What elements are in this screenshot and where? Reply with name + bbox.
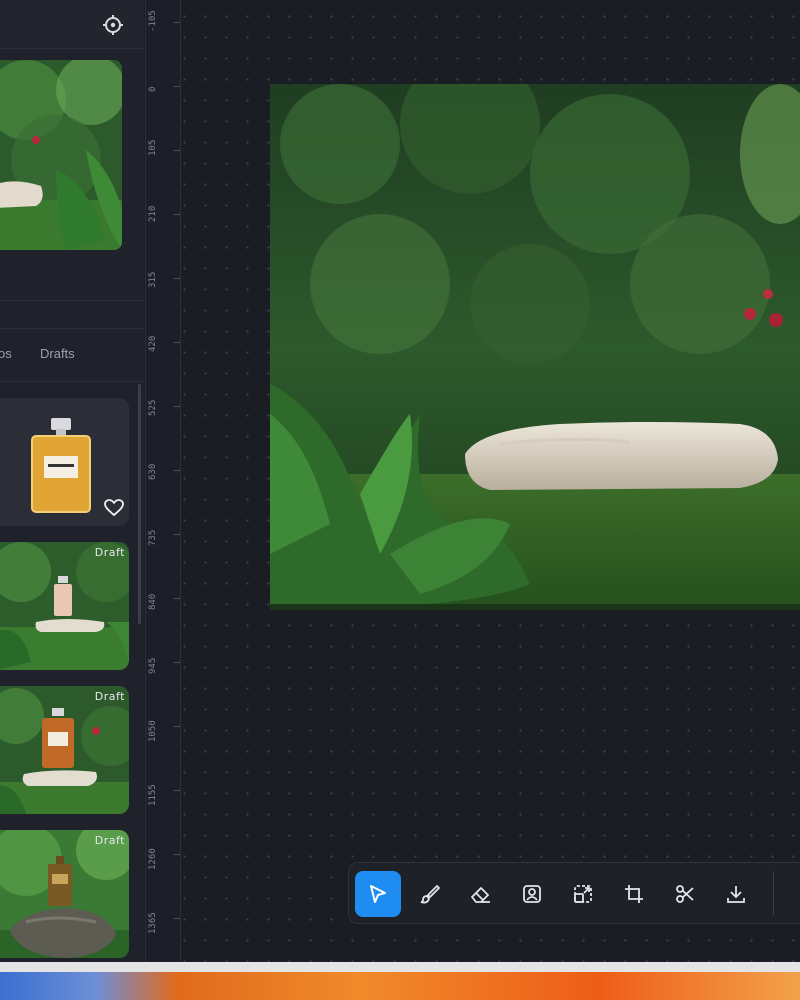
ruler-label: 420 <box>148 335 158 352</box>
ruler-label: 1365 <box>148 912 158 934</box>
ruler-label: 1050 <box>148 720 158 742</box>
asset-card[interactable] <box>0 398 129 526</box>
locate-target-button[interactable] <box>100 12 126 38</box>
download-icon <box>727 886 745 903</box>
toolbar-divider <box>773 871 774 915</box>
draft-card[interactable]: Draft <box>0 830 129 958</box>
canvas-image-garden-stone[interactable] <box>270 84 800 610</box>
eraser-tool-button[interactable] <box>458 871 504 917</box>
ruler-label: 525 <box>148 399 158 416</box>
ruler-label: 945 <box>148 657 158 674</box>
portrait-icon <box>523 885 541 903</box>
ruler-label: 210 <box>148 205 158 222</box>
ruler-label: 1155 <box>148 784 158 806</box>
heart-icon <box>104 499 124 517</box>
scissors-icon <box>676 885 694 903</box>
garden-scene-image <box>270 84 800 610</box>
cut-tool-button[interactable] <box>662 871 708 917</box>
ruler-label: 105 <box>148 139 158 156</box>
asset-tabs: os Drafts <box>0 328 144 382</box>
crosshair-icon <box>103 15 123 35</box>
draft-badge: Draft <box>94 690 125 703</box>
draft-card[interactable]: Draft <box>0 542 129 670</box>
draft-thumbnail-image <box>0 686 129 814</box>
ruler-label: -105 <box>148 10 158 32</box>
tab-photos[interactable]: os <box>0 346 12 361</box>
vertical-ruler: -105 0 105 210 315 420 525 630 735 840 9… <box>145 0 181 962</box>
eraser-icon <box>471 887 490 903</box>
resize-image-tool-button[interactable] <box>560 871 606 917</box>
portrait-tool-button[interactable] <box>509 871 555 917</box>
left-panel: os Drafts Draft Draft Draft <box>0 0 144 962</box>
draft-badge: Draft <box>94 834 125 847</box>
favorite-button[interactable] <box>104 499 124 522</box>
ruler-label: 840 <box>148 593 158 610</box>
ruler-label: 630 <box>148 463 158 480</box>
download-button[interactable] <box>713 871 759 917</box>
preview-thumbnail[interactable] <box>0 60 122 250</box>
draft-thumbnail-image <box>0 830 129 958</box>
crop-tool-button[interactable] <box>611 871 657 917</box>
draft-badge: Draft <box>94 546 125 559</box>
ruler-label: 0 <box>148 86 158 92</box>
ruler-label: 1260 <box>148 848 158 870</box>
select-tool-button[interactable] <box>355 871 401 917</box>
tab-drafts[interactable]: Drafts <box>40 346 75 361</box>
ruler-label: 315 <box>148 271 158 288</box>
draft-thumbnail-image <box>0 542 129 670</box>
draft-card[interactable]: Draft <box>0 686 129 814</box>
garden-preview-image <box>0 60 122 250</box>
list-scrollbar[interactable] <box>138 384 141 624</box>
panel-header <box>0 0 144 49</box>
brush-tool-button[interactable] <box>407 871 453 917</box>
resize-image-icon <box>574 885 592 903</box>
brush-icon <box>420 885 440 904</box>
crop-icon <box>625 885 643 903</box>
editing-toolbar <box>348 862 800 924</box>
select-pointer-icon <box>370 885 386 903</box>
window-bottom-edge <box>0 962 800 972</box>
ruler-label: 735 <box>148 529 158 546</box>
